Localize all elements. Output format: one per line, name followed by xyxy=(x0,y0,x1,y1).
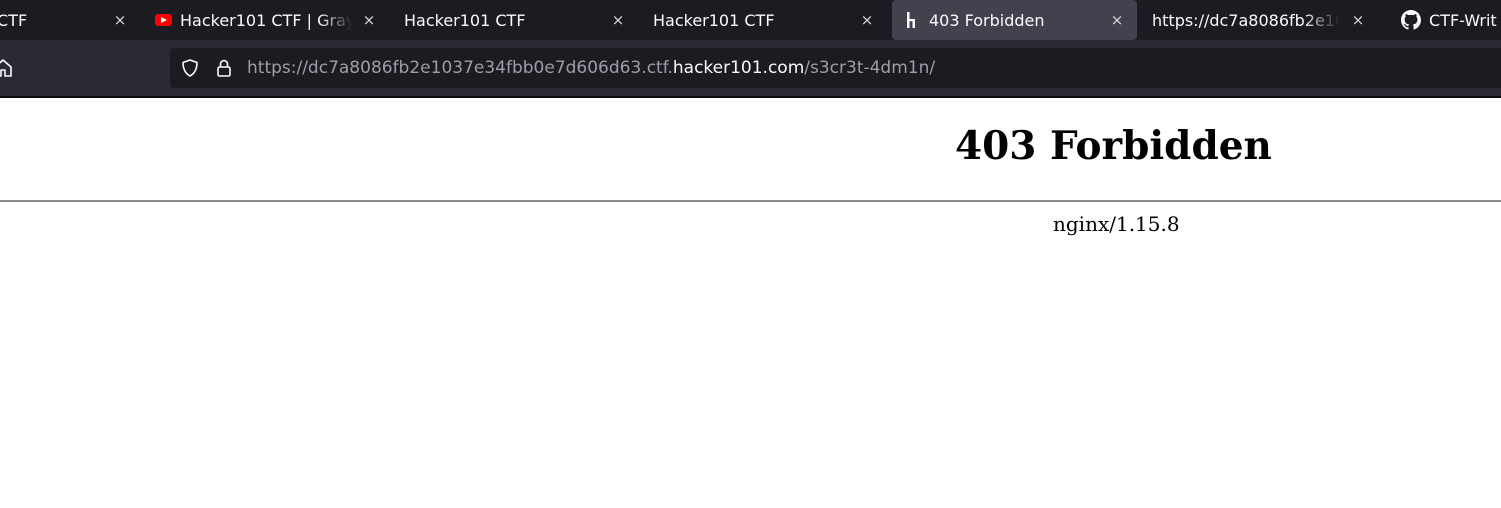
close-icon[interactable]: × xyxy=(858,11,876,29)
horizontal-rule xyxy=(0,200,1501,202)
shield-icon[interactable] xyxy=(180,58,200,78)
page-title: 403 Forbidden xyxy=(955,123,1272,169)
url-domain: hacker101.com xyxy=(672,58,805,78)
youtube-icon xyxy=(155,14,172,26)
close-icon[interactable]: × xyxy=(360,11,378,29)
page-content: 403 Forbidden nginx/1.15.8 xyxy=(0,98,1501,508)
address-bar[interactable]: https://dc7a8086fb2e1037e34fbb0e7d606d63… xyxy=(170,48,1501,88)
close-icon[interactable]: × xyxy=(1108,11,1126,29)
tab-403-forbidden[interactable]: 403 Forbidden × xyxy=(892,0,1137,40)
tab-ctf[interactable]: CTF × xyxy=(0,0,140,40)
tab-ctf-writeups[interactable]: CTF-Writ xyxy=(1401,0,1501,40)
close-icon[interactable]: × xyxy=(609,11,627,29)
navigation-toolbar: https://dc7a8086fb2e1037e34fbb0e7d606d63… xyxy=(0,40,1501,96)
tab-hacker101-ctf-1[interactable]: Hacker101 CTF × xyxy=(404,0,644,40)
tab-title: 403 Forbidden xyxy=(929,10,1045,30)
tab-url[interactable]: https://dc7a8086fb2e103 × xyxy=(1152,0,1382,40)
url-prefix: https://dc7a8086fb2e1037e34fbb0e7d606d63… xyxy=(247,58,673,78)
home-icon[interactable] xyxy=(0,58,12,78)
server-signature: nginx/1.15.8 xyxy=(1053,212,1180,236)
tab-title: Hacker101 CTF xyxy=(653,10,775,30)
lock-icon[interactable] xyxy=(214,58,234,78)
tab-title: Hacker101 CTF xyxy=(404,10,526,30)
tab-hacker101-ctf-2[interactable]: Hacker101 CTF × xyxy=(653,0,883,40)
github-icon xyxy=(1401,10,1421,30)
url-text[interactable]: https://dc7a8086fb2e1037e34fbb0e7d606d63… xyxy=(247,48,935,88)
tab-youtube-hacker101[interactable]: Hacker101 CTF | Grayh × xyxy=(155,0,385,40)
tab-title: CTF-Writ xyxy=(1429,10,1497,30)
tab-title: Hacker101 CTF | Grayh xyxy=(180,10,353,30)
url-path: /s3cr3t-4dm1n/ xyxy=(804,58,936,78)
close-icon[interactable]: × xyxy=(1349,11,1367,29)
tab-title: https://dc7a8086fb2e103 xyxy=(1152,10,1340,30)
tab-strip: CTF × Hacker101 CTF | Grayh × Hacker101 … xyxy=(0,0,1501,40)
tab-title: CTF xyxy=(0,10,28,30)
hackerone-icon xyxy=(907,12,915,28)
close-icon[interactable]: × xyxy=(111,11,129,29)
